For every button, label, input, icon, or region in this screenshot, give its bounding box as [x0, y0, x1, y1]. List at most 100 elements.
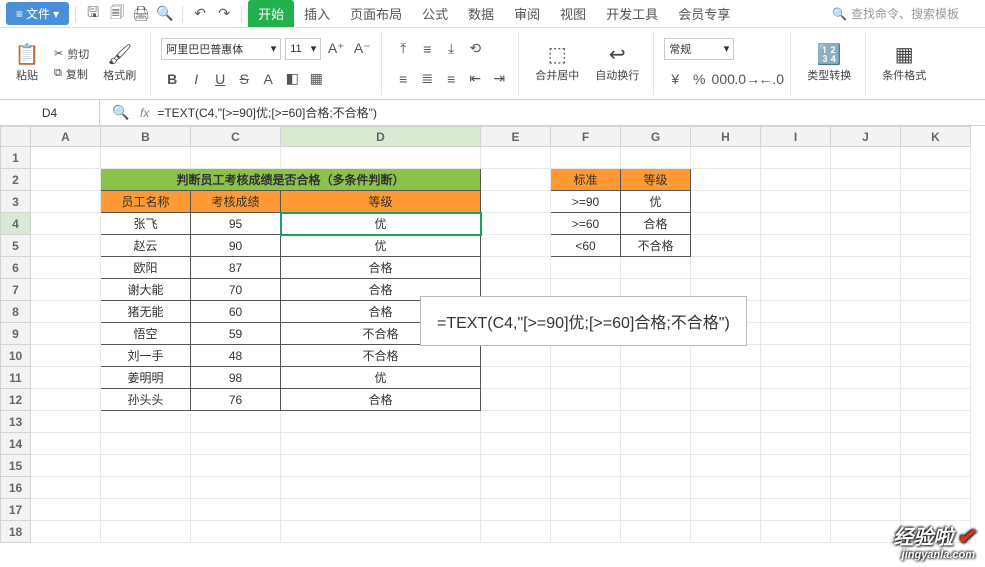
- cell-K16[interactable]: [901, 477, 971, 499]
- col-header-B[interactable]: B: [101, 127, 191, 147]
- cell-I7[interactable]: [761, 279, 831, 301]
- cell-K8[interactable]: [901, 301, 971, 323]
- cell-A17[interactable]: [31, 499, 101, 521]
- cell-A15[interactable]: [31, 455, 101, 477]
- align-left-icon[interactable]: ≡: [392, 68, 414, 90]
- name-box[interactable]: D4: [0, 100, 100, 125]
- cell-D16[interactable]: [281, 477, 481, 499]
- cell-E17[interactable]: [481, 499, 551, 521]
- cell-I4[interactable]: [761, 213, 831, 235]
- cell-H15[interactable]: [691, 455, 761, 477]
- cell-F17[interactable]: [551, 499, 621, 521]
- cell-J9[interactable]: [831, 323, 901, 345]
- cell-B2[interactable]: 判断员工考核成绩是否合格（多条件判断）: [101, 169, 481, 191]
- cell-B3[interactable]: 员工名称: [101, 191, 191, 213]
- preview-icon[interactable]: 🔍: [154, 3, 176, 25]
- cell-J2[interactable]: [831, 169, 901, 191]
- cell-A3[interactable]: [31, 191, 101, 213]
- row-header-10[interactable]: 10: [1, 345, 31, 367]
- cell-A14[interactable]: [31, 433, 101, 455]
- row-header-2[interactable]: 2: [1, 169, 31, 191]
- inc-decimal-icon[interactable]: .0→: [736, 68, 758, 90]
- cell-G5[interactable]: 不合格: [621, 235, 691, 257]
- row-header-4[interactable]: 4: [1, 213, 31, 235]
- cell-G10[interactable]: [621, 345, 691, 367]
- cell-I5[interactable]: [761, 235, 831, 257]
- cell-J16[interactable]: [831, 477, 901, 499]
- col-header-J[interactable]: J: [831, 127, 901, 147]
- cell-J4[interactable]: [831, 213, 901, 235]
- cell-I10[interactable]: [761, 345, 831, 367]
- cell-I15[interactable]: [761, 455, 831, 477]
- cell-A11[interactable]: [31, 367, 101, 389]
- cell-I8[interactable]: [761, 301, 831, 323]
- cell-I14[interactable]: [761, 433, 831, 455]
- cell-E5[interactable]: [481, 235, 551, 257]
- cell-K6[interactable]: [901, 257, 971, 279]
- tab-7[interactable]: 开发工具: [596, 0, 668, 27]
- cell-F13[interactable]: [551, 411, 621, 433]
- row-header-18[interactable]: 18: [1, 521, 31, 543]
- cell-I16[interactable]: [761, 477, 831, 499]
- cell-E12[interactable]: [481, 389, 551, 411]
- cell-F11[interactable]: [551, 367, 621, 389]
- cell-C15[interactable]: [191, 455, 281, 477]
- indent-inc-icon[interactable]: ⇥: [488, 68, 510, 90]
- cell-C10[interactable]: 48: [191, 345, 281, 367]
- cell-G15[interactable]: [621, 455, 691, 477]
- row-header-15[interactable]: 15: [1, 455, 31, 477]
- tab-2[interactable]: 页面布局: [340, 0, 412, 27]
- cell-J15[interactable]: [831, 455, 901, 477]
- tab-6[interactable]: 视图: [550, 0, 596, 27]
- cell-D15[interactable]: [281, 455, 481, 477]
- cell-K17[interactable]: [901, 499, 971, 521]
- cell-C11[interactable]: 98: [191, 367, 281, 389]
- cell-I3[interactable]: [761, 191, 831, 213]
- fx-icon[interactable]: fx: [140, 106, 149, 120]
- tab-8[interactable]: 会员专享: [668, 0, 740, 27]
- cell-F1[interactable]: [551, 147, 621, 169]
- cell-E6[interactable]: [481, 257, 551, 279]
- cell-K5[interactable]: [901, 235, 971, 257]
- cell-I12[interactable]: [761, 389, 831, 411]
- cell-H12[interactable]: [691, 389, 761, 411]
- cell-C3[interactable]: 考核成绩: [191, 191, 281, 213]
- cell-E2[interactable]: [481, 169, 551, 191]
- col-header-G[interactable]: G: [621, 127, 691, 147]
- cell-C4[interactable]: 95: [191, 213, 281, 235]
- cell-C14[interactable]: [191, 433, 281, 455]
- cell-G17[interactable]: [621, 499, 691, 521]
- cell-H3[interactable]: [691, 191, 761, 213]
- cell-E13[interactable]: [481, 411, 551, 433]
- underline-button[interactable]: U: [209, 68, 231, 90]
- cell-C17[interactable]: [191, 499, 281, 521]
- col-header-C[interactable]: C: [191, 127, 281, 147]
- cell-G1[interactable]: [621, 147, 691, 169]
- cell-G4[interactable]: 合格: [621, 213, 691, 235]
- row-header-9[interactable]: 9: [1, 323, 31, 345]
- cell-A12[interactable]: [31, 389, 101, 411]
- tab-1[interactable]: 插入: [294, 0, 340, 27]
- cell-B1[interactable]: [101, 147, 191, 169]
- cell-A5[interactable]: [31, 235, 101, 257]
- align-bottom-icon[interactable]: ⤓: [440, 38, 462, 60]
- print-icon[interactable]: 🖨: [130, 3, 152, 25]
- cell-D13[interactable]: [281, 411, 481, 433]
- cell-B17[interactable]: [101, 499, 191, 521]
- cell-F3[interactable]: >=90: [551, 191, 621, 213]
- wrap-text-button[interactable]: ↩ 自动换行: [589, 43, 645, 85]
- cell-G6[interactable]: [621, 257, 691, 279]
- cell-G16[interactable]: [621, 477, 691, 499]
- indent-dec-icon[interactable]: ⇤: [464, 68, 486, 90]
- cell-K10[interactable]: [901, 345, 971, 367]
- cell-H4[interactable]: [691, 213, 761, 235]
- cell-D18[interactable]: [281, 521, 481, 543]
- row-header-17[interactable]: 17: [1, 499, 31, 521]
- cell-G12[interactable]: [621, 389, 691, 411]
- cell-F18[interactable]: [551, 521, 621, 543]
- cell-K12[interactable]: [901, 389, 971, 411]
- cell-A16[interactable]: [31, 477, 101, 499]
- type-convert-button[interactable]: 🔢 类型转换: [801, 43, 857, 85]
- tab-0[interactable]: 开始: [248, 0, 294, 27]
- dec-decimal-icon[interactable]: ←.0: [760, 68, 782, 90]
